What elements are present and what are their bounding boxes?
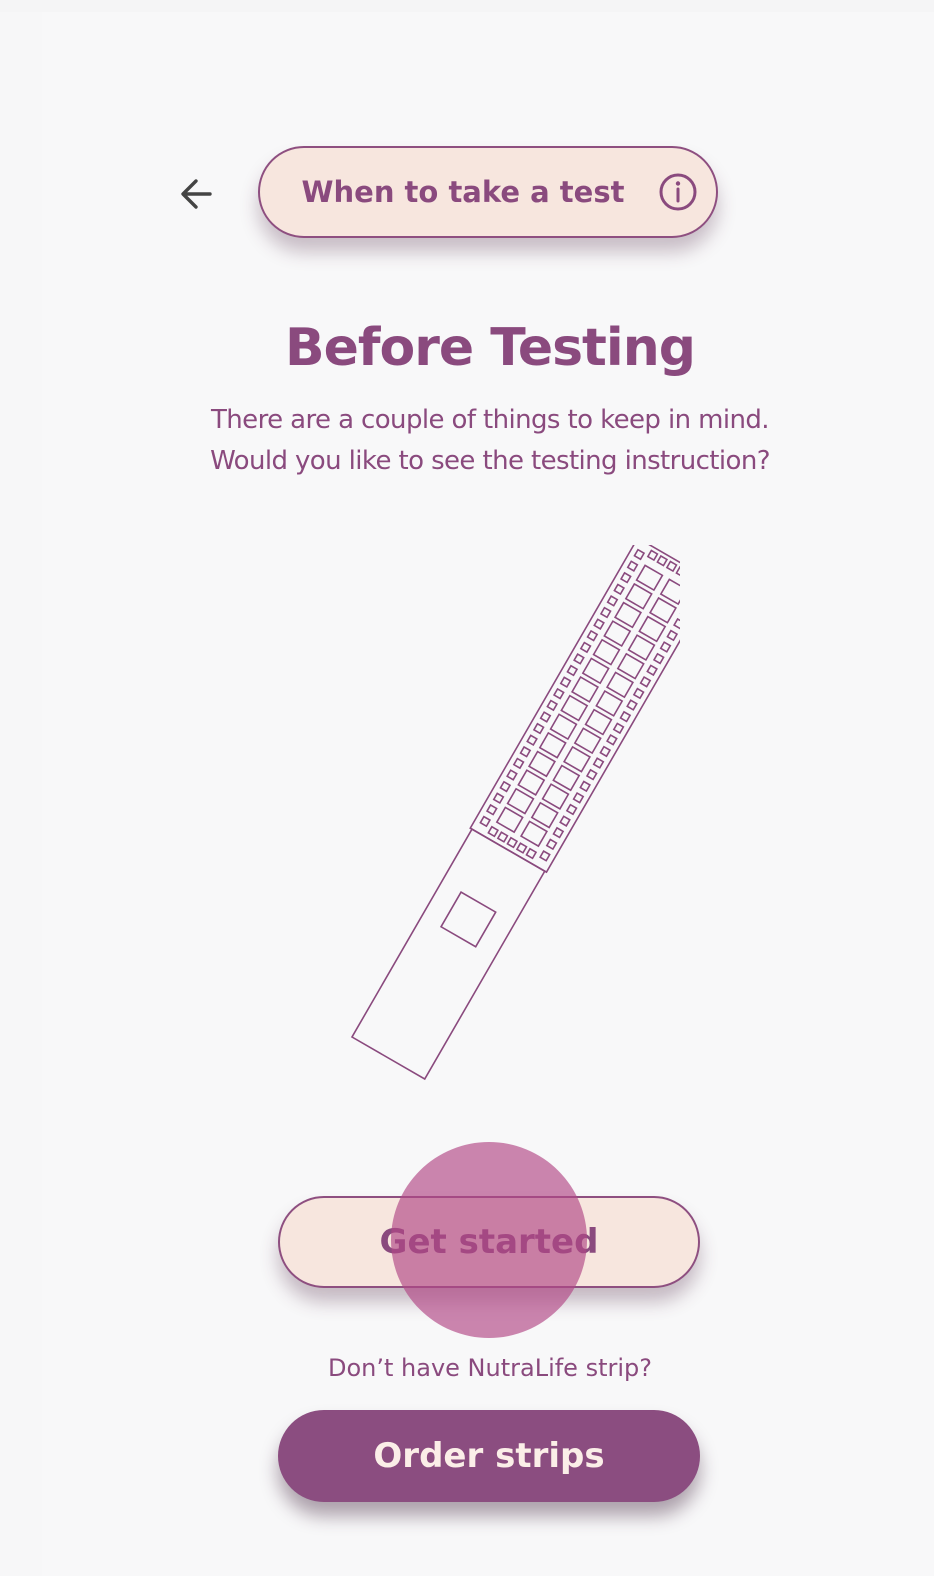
strip-pad bbox=[552, 764, 581, 792]
strip-dot bbox=[659, 641, 672, 653]
strip-dot bbox=[599, 606, 612, 619]
strip-dot bbox=[652, 652, 665, 665]
status-bar-area bbox=[0, 0, 934, 12]
strip-dot bbox=[539, 850, 551, 862]
strip-dot bbox=[552, 826, 565, 839]
strip-dot bbox=[626, 560, 639, 572]
order-strips-button[interactable]: Order strips bbox=[278, 1410, 700, 1502]
strip-dot bbox=[666, 629, 679, 642]
strip-pad-housing bbox=[469, 545, 680, 874]
strip-dot bbox=[566, 664, 579, 677]
strip-pad bbox=[616, 652, 645, 680]
strip-dot bbox=[665, 560, 678, 573]
strip-dot bbox=[539, 711, 552, 723]
strip-handle bbox=[350, 828, 546, 1081]
strip-pad bbox=[562, 745, 592, 773]
strip-dot bbox=[619, 710, 632, 723]
arrow-left-icon bbox=[181, 179, 212, 209]
strip-dot bbox=[487, 825, 500, 838]
get-started-button[interactable]: Get started bbox=[278, 1196, 700, 1288]
strip-dot bbox=[499, 780, 512, 793]
strip-dot bbox=[519, 745, 532, 758]
strip-dot bbox=[565, 803, 578, 816]
page-subtitle: There are a couple of things to keep in … bbox=[210, 405, 770, 476]
strip-pad bbox=[538, 731, 567, 759]
strip-dot bbox=[599, 745, 612, 758]
strip-dot bbox=[546, 699, 559, 712]
strip-dot bbox=[673, 617, 680, 630]
page-title: Before Testing bbox=[285, 318, 696, 378]
strip-sample-window bbox=[439, 891, 497, 948]
strip-dot bbox=[585, 768, 598, 781]
strip-dot bbox=[656, 554, 669, 567]
when-to-take-test-button[interactable]: When to take a test bbox=[258, 146, 718, 238]
strip-dot bbox=[492, 792, 505, 805]
strip-dot bbox=[559, 676, 572, 689]
strip-dot bbox=[675, 565, 680, 578]
strip-dot bbox=[525, 847, 538, 860]
strip-dot bbox=[512, 757, 525, 770]
strip-pad bbox=[592, 638, 621, 666]
strip-dot bbox=[506, 769, 518, 781]
strip-dot bbox=[579, 780, 591, 793]
strip-pad bbox=[506, 787, 535, 815]
strip-pad bbox=[541, 783, 570, 810]
strip-pad bbox=[519, 820, 549, 848]
strip-dot bbox=[545, 838, 558, 851]
strip-dot bbox=[592, 757, 605, 769]
test-strip-illustration bbox=[350, 545, 680, 1081]
strip-dot bbox=[573, 653, 585, 665]
strip-dot bbox=[606, 595, 619, 607]
strip-pad bbox=[581, 657, 610, 685]
strip-pad bbox=[570, 675, 600, 703]
strip-pad bbox=[624, 582, 653, 610]
strip-pad bbox=[613, 601, 643, 629]
strip-dot bbox=[552, 687, 565, 700]
strip-dot bbox=[586, 629, 599, 642]
strip-dot bbox=[606, 733, 618, 746]
strip-pad bbox=[605, 671, 635, 699]
strip-pad bbox=[638, 615, 667, 643]
strip-dot bbox=[559, 815, 571, 827]
strip-pad bbox=[527, 750, 557, 778]
strip-pad bbox=[603, 620, 632, 648]
strip-dot bbox=[485, 803, 498, 816]
when-to-take-test-label: When to take a test bbox=[301, 175, 625, 209]
strip-dot bbox=[479, 815, 492, 828]
get-started-label: Get started bbox=[379, 1222, 599, 1262]
strip-dot bbox=[619, 571, 632, 584]
strip-pad bbox=[648, 596, 678, 624]
strip-dot bbox=[626, 699, 638, 711]
strip-dot bbox=[506, 836, 519, 849]
strip-dot bbox=[646, 549, 659, 562]
strip-dot bbox=[579, 641, 592, 654]
strip-pad bbox=[549, 713, 578, 741]
strip-dot bbox=[646, 664, 658, 677]
strip-dot bbox=[613, 583, 626, 596]
strip-pad bbox=[573, 727, 602, 755]
strip-pad bbox=[495, 806, 524, 834]
strip-dot bbox=[515, 842, 528, 854]
back-button[interactable] bbox=[170, 168, 222, 220]
strip-dot bbox=[572, 791, 585, 804]
strip-pad bbox=[584, 708, 613, 736]
strip-pad bbox=[560, 694, 589, 722]
strip-pad bbox=[635, 564, 664, 592]
strip-dot bbox=[612, 722, 625, 735]
strip-dot bbox=[593, 618, 605, 630]
strip-pad bbox=[517, 769, 546, 796]
strip-pad bbox=[530, 801, 559, 829]
strip-dot bbox=[639, 675, 652, 688]
order-strips-label: Order strips bbox=[373, 1436, 605, 1476]
strip-dot bbox=[496, 831, 509, 843]
info-icon bbox=[658, 172, 698, 212]
strip-dot bbox=[633, 548, 646, 561]
strip-dot bbox=[526, 734, 538, 747]
strip-pad bbox=[595, 689, 624, 717]
strip-dot bbox=[532, 722, 545, 735]
no-strip-text: Don’t have NutraLife strip? bbox=[327, 1354, 652, 1382]
strip-pad bbox=[627, 634, 656, 662]
strip-dot bbox=[632, 687, 645, 700]
